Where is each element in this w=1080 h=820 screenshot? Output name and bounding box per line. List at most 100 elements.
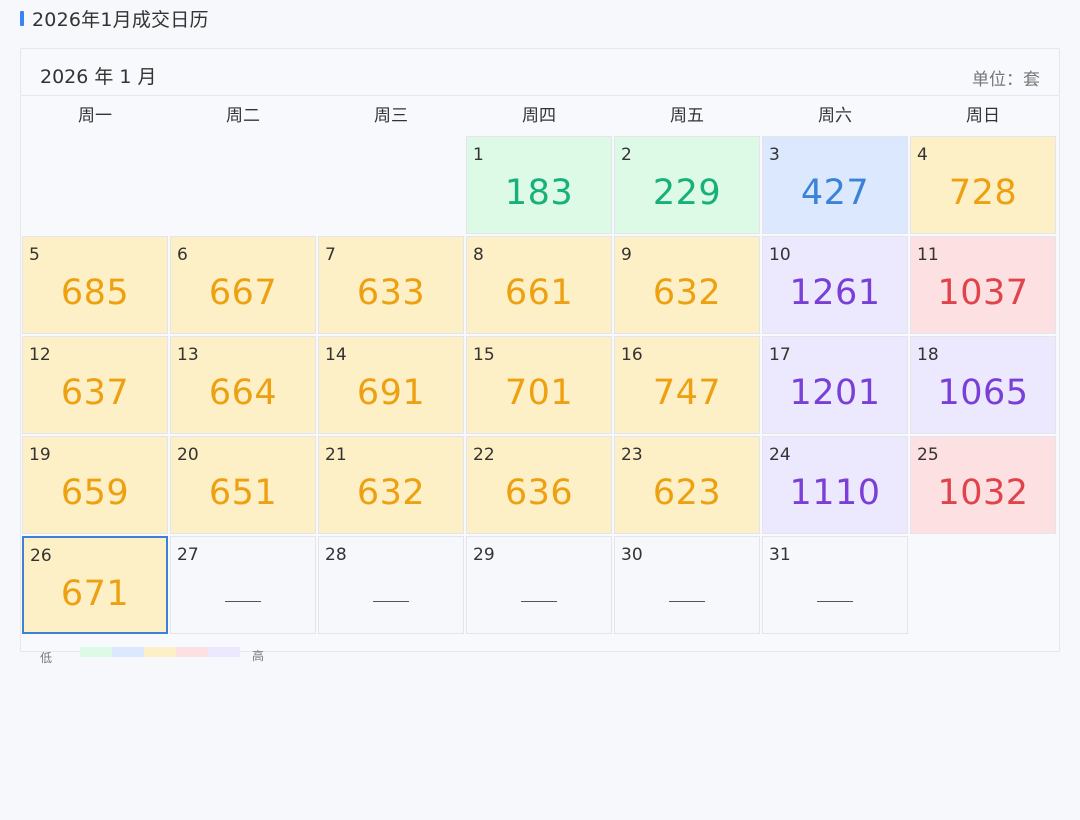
calendar-day-cell[interactable]: 10 1261 [762, 236, 908, 334]
weekday-header-row: 周一 周二 周三 周四 周五 周六 周日 [21, 96, 1059, 136]
calendar-day-cell[interactable]: 7 633 [318, 236, 464, 334]
day-deal-count: 623 [652, 473, 722, 513]
calendar-day-cell[interactable]: 18 1065 [910, 336, 1056, 434]
calendar-grid: 1 183 2 229 3 427 4 728 5 685 6 667 7 633 8 661 9 632 10 12… [21, 135, 1059, 635]
day-number: 4 [917, 145, 928, 165]
calendar-day-cell[interactable]: 23 623 [614, 436, 760, 534]
weekday-sun: 周日 [966, 106, 1000, 126]
calendar-day-cell[interactable]: 6 667 [170, 236, 316, 334]
day-deal-count: 671 [60, 574, 130, 614]
color-legend: 低 高 [40, 645, 265, 665]
calendar-day-cell[interactable]: 30 [614, 536, 760, 634]
day-number: 18 [917, 345, 939, 365]
calendar-day-cell[interactable]: 16 747 [614, 336, 760, 434]
weekday-tue: 周二 [226, 106, 260, 126]
calendar-day-cell[interactable]: 20 651 [170, 436, 316, 534]
legend-swatch [208, 647, 241, 657]
calendar-day-cell[interactable]: 25 1032 [910, 436, 1056, 534]
no-data-dash [373, 601, 409, 602]
weekday-mon: 周一 [78, 106, 112, 126]
day-number: 27 [177, 545, 199, 565]
day-number: 22 [473, 445, 495, 465]
calendar-day-cell[interactable]: 24 1110 [762, 436, 908, 534]
page-title: 2026年1月成交日历 [32, 8, 209, 31]
calendar-day-cell[interactable]: 27 [170, 536, 316, 634]
weekday-thu: 周四 [522, 106, 556, 126]
legend-low-label: 低 [40, 650, 53, 665]
day-number: 11 [917, 245, 939, 265]
calendar-day-cell[interactable]: 1 183 [466, 136, 612, 234]
day-number: 2 [621, 145, 632, 165]
day-number: 13 [177, 345, 199, 365]
no-data-dash [669, 601, 705, 602]
day-deal-count: 183 [504, 173, 574, 213]
calendar-header: 2026 年 1 月 单位：套 [21, 49, 1059, 96]
calendar-day-cell[interactable]: 13 664 [170, 336, 316, 434]
page-header: 2026年1月成交日历 [20, 6, 209, 31]
day-number: 21 [325, 445, 347, 465]
day-deal-count: 667 [208, 273, 278, 313]
calendar-day-cell[interactable]: 9 632 [614, 236, 760, 334]
day-number: 1 [473, 145, 484, 165]
calendar-card: 2026 年 1 月 单位：套 周一 周二 周三 周四 周五 周六 周日 1 18… [20, 48, 1060, 652]
day-number: 14 [325, 345, 347, 365]
day-deal-count: 691 [356, 373, 426, 413]
no-data-dash [817, 601, 853, 602]
day-deal-count: 701 [504, 373, 574, 413]
day-deal-count: 1065 [937, 373, 1029, 413]
title-accent-bar [20, 10, 24, 26]
calendar-day-cell[interactable]: 8 661 [466, 236, 612, 334]
calendar-blank-cell [318, 136, 464, 234]
day-number: 23 [621, 445, 643, 465]
day-deal-count: 427 [800, 173, 870, 213]
day-number: 28 [325, 545, 347, 565]
unit-label: 单位：套 [972, 70, 1040, 90]
day-number: 24 [769, 445, 791, 465]
day-number: 19 [29, 445, 51, 465]
calendar-day-cell[interactable]: 14 691 [318, 336, 464, 434]
day-deal-count: 728 [948, 173, 1018, 213]
day-deal-count: 1201 [789, 373, 881, 413]
weekday-wed: 周三 [374, 106, 408, 126]
day-deal-count: 659 [60, 473, 130, 513]
day-number: 3 [769, 145, 780, 165]
day-number: 26 [30, 546, 52, 566]
day-number: 20 [177, 445, 199, 465]
day-deal-count: 747 [652, 373, 722, 413]
calendar-day-cell[interactable]: 19 659 [22, 436, 168, 534]
calendar-day-cell[interactable]: 4 728 [910, 136, 1056, 234]
calendar-day-cell[interactable]: 31 [762, 536, 908, 634]
day-number: 8 [473, 245, 484, 265]
calendar-day-cell[interactable]: 29 [466, 536, 612, 634]
legend-swatch [144, 647, 177, 657]
legend-swatch [112, 647, 145, 657]
calendar-day-cell[interactable]: 3 427 [762, 136, 908, 234]
day-number: 31 [769, 545, 791, 565]
day-number: 25 [917, 445, 939, 465]
calendar-day-cell[interactable]: 5 685 [22, 236, 168, 334]
day-deal-count: 651 [208, 473, 278, 513]
day-deal-count: 1261 [789, 273, 881, 313]
calendar-day-cell[interactable]: 26 671 [22, 536, 168, 634]
day-deal-count: 661 [504, 273, 574, 313]
day-deal-count: 637 [60, 373, 130, 413]
day-deal-count: 1032 [937, 473, 1029, 513]
day-number: 7 [325, 245, 336, 265]
calendar-day-cell[interactable]: 22 636 [466, 436, 612, 534]
calendar-day-cell[interactable]: 15 701 [466, 336, 612, 434]
no-data-dash [521, 601, 557, 602]
calendar-day-cell[interactable]: 28 [318, 536, 464, 634]
day-deal-count: 633 [356, 273, 426, 313]
day-number: 30 [621, 545, 643, 565]
legend-swatch [176, 647, 209, 657]
legend-high-label: 高 [252, 648, 265, 663]
calendar-day-cell[interactable]: 11 1037 [910, 236, 1056, 334]
calendar-day-cell[interactable]: 17 1201 [762, 336, 908, 434]
calendar-day-cell[interactable]: 21 632 [318, 436, 464, 534]
day-deal-count: 632 [356, 473, 426, 513]
no-data-dash [225, 601, 261, 602]
weekday-fri: 周五 [670, 106, 704, 126]
calendar-day-cell[interactable]: 12 637 [22, 336, 168, 434]
month-label: 2026 年 1 月 [40, 66, 157, 88]
calendar-day-cell[interactable]: 2 229 [614, 136, 760, 234]
